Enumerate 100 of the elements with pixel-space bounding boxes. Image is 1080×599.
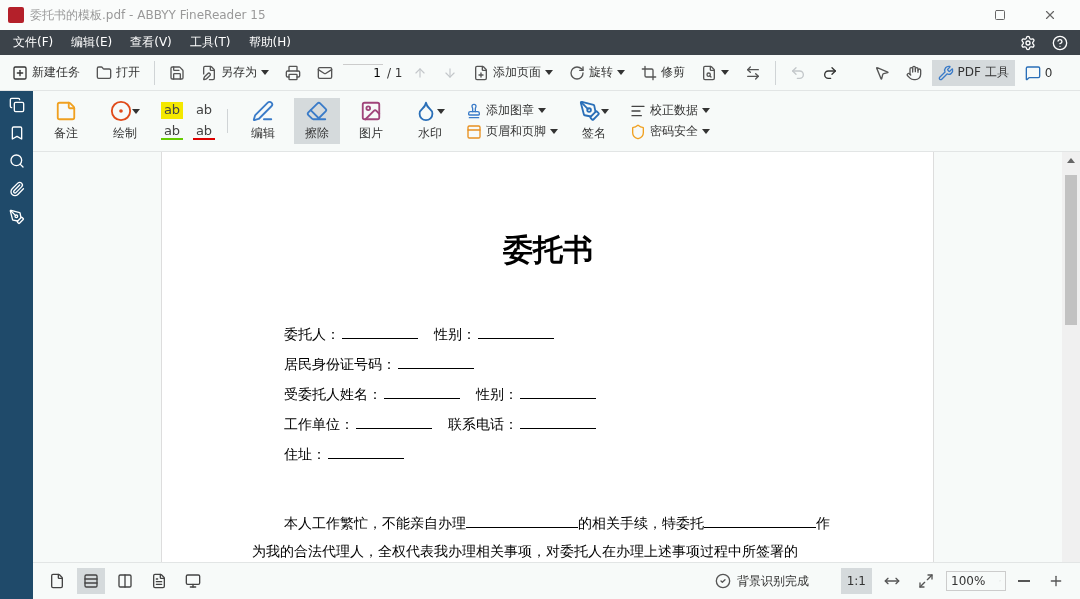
scrollbar-thumb[interactable] [1065,175,1077,325]
pen-nib-icon [8,209,25,225]
text-markup-button[interactable]: ab [161,123,183,140]
compare-icon [744,64,761,81]
actual-size-button[interactable]: 1:1 [840,568,872,594]
text-markup-button[interactable]: ab [193,123,215,140]
form-field-label: 委托人： [284,324,418,344]
ribbon-button[interactable]: 备注 [43,98,89,144]
document-paragraph: 本人工作繁忙，不能亲自办理 的相关手续，特委托 作为我的合法代理人，全权代表我办理相关事项，对委托人在办理上述事项过程中所签署的 [252,512,831,561]
image-icon [360,100,382,122]
add-page-button[interactable]: 添加页面 [466,59,559,86]
save-as-button[interactable]: 另存为 [195,59,275,86]
zoom-dropdown[interactable]: 100% [946,571,1006,591]
plus-icon [1048,573,1064,589]
caret-icon [437,108,445,114]
eraser-icon [306,100,328,122]
scroll-up-icon[interactable] [1067,158,1075,163]
document-title: 委托书 [501,231,594,269]
page-number-field[interactable]: 1 [343,64,383,81]
menu-item[interactable]: 工具(T) [180,34,240,51]
help-icon [1052,34,1068,51]
caret-icon [261,70,269,75]
plus-square-icon [12,64,28,81]
two-page-icon [117,573,133,589]
shield-icon [630,123,646,140]
ribbon-button[interactable]: 编辑 [240,98,286,144]
window-title: 委托书的模板.pdf - ABBYY FineReader 15 [30,6,267,24]
caret-icon [616,70,625,75]
rotate-button[interactable]: 旋转 [562,59,631,86]
sidebar-button[interactable] [8,181,25,197]
menu-item[interactable]: 编辑(E) [62,34,122,51]
settings-icon [1020,34,1036,51]
folder-icon [96,64,112,81]
monitor-icon [185,573,201,589]
maximize-icon [994,9,1006,21]
menu-item[interactable]: 帮助(H) [239,34,300,51]
page-view-button[interactable] [77,568,105,594]
page-icon [49,573,65,589]
redo-icon [821,64,838,81]
continuous-page-icon [83,573,99,589]
ribbon-button[interactable]: 密码安全 [630,123,710,140]
paperclip-icon [8,181,25,197]
comment-icon [1024,64,1041,81]
pointer-icon [873,64,890,81]
close-icon [1043,8,1057,22]
caret-icon [601,108,609,114]
up-arrow-icon [412,65,427,80]
sidebar-button[interactable] [8,153,25,169]
ribbon-button[interactable]: 水印 [402,98,458,144]
ribbon-button[interactable]: 添加图章 [466,102,558,119]
minus-icon [1018,580,1030,582]
note-icon [55,100,77,122]
hand-icon [905,64,922,81]
caret-icon [702,108,710,113]
down-arrow-icon [442,65,457,80]
caret-icon [702,129,710,134]
rotate-icon [568,64,585,81]
ribbon-button[interactable]: 页眉和页脚 [466,123,558,140]
menu-item[interactable]: 查看(V) [121,34,181,51]
settings-button[interactable] [1020,34,1036,51]
file-plus-icon [472,64,489,81]
pages-icon [8,97,25,113]
sidebar-button[interactable] [8,97,25,113]
text-markup-button[interactable]: ab [193,102,215,119]
check-circle-icon [714,573,731,589]
undo-icon [789,64,806,81]
pen-nib-icon [579,100,601,122]
caret-icon [720,70,729,75]
search-icon [8,153,25,169]
form-field-label: 住址： [284,444,404,464]
drawing-circle-icon [110,100,132,122]
ribbon-button[interactable]: 绘制 [97,98,153,144]
caret-icon [538,108,546,113]
ribbon-button[interactable]: 签名 [566,98,622,144]
status-text: 背景识别完成 [736,572,809,590]
help-button[interactable] [1052,34,1068,51]
ribbon-button[interactable]: 图片 [348,98,394,144]
pen-icon [252,100,274,122]
mail-icon [317,64,333,81]
caret-icon [544,70,553,75]
ribbon-button[interactable]: 校正数据 [630,102,710,119]
form-field-label: 性别： [434,324,554,344]
form-field-label: 居民身份证号码： [284,354,474,374]
sidebar-button[interactable] [8,209,25,225]
stamp-icon [466,102,482,119]
print-icon [285,64,301,81]
caret-icon [132,108,140,114]
crop-button[interactable]: 修剪 [634,59,691,86]
crop-icon [640,64,657,81]
new-task-button[interactable]: 新建任务 [6,59,86,86]
save-as-icon [201,64,217,81]
file-search-icon [700,64,717,81]
page-total: / 1 [387,65,403,80]
ribbon-button[interactable]: 擦除 [294,98,340,144]
comments-button[interactable]: 0 [1018,59,1059,86]
text-markup-button[interactable]: ab [161,102,183,119]
form-field-label: 联系电话： [448,414,596,434]
open-button[interactable]: 打开 [90,59,146,86]
menu-item[interactable]: 文件(F) [4,34,63,51]
pdf-tools-button[interactable]: PDF 工具 [931,59,1015,86]
